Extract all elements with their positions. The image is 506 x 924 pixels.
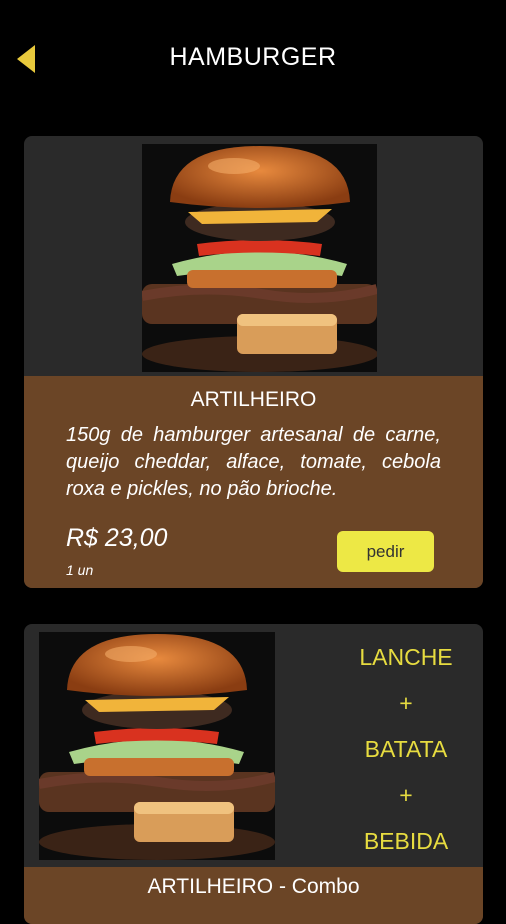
combo-description: LANCHE + BATATA + BEBIDA	[349, 634, 463, 864]
burger-image	[141, 144, 379, 372]
combo-line: BEBIDA	[363, 828, 449, 854]
product-name: ARTILHEIRO - Combo	[147, 875, 360, 898]
product-unit: 1 un	[66, 562, 94, 578]
product-info: ARTILHEIRO - Combo	[24, 867, 483, 924]
product-image	[141, 144, 379, 372]
combo-line: +	[399, 782, 413, 808]
product-info: ARTILHEIRO 150g de hamburger artesanal d…	[24, 376, 483, 588]
burger-image	[38, 632, 277, 860]
app-header: HAMBURGER	[0, 0, 506, 120]
product-name: ARTILHEIRO	[190, 388, 317, 411]
combo-line: BATATA	[364, 736, 448, 762]
page-title: HAMBURGER	[169, 43, 337, 71]
order-button[interactable]: pedir	[337, 531, 434, 572]
combo-line: +	[399, 690, 413, 716]
product-card[interactable]: LANCHE + BATATA + BEBIDA ARTILHEIRO - Co…	[24, 624, 483, 924]
combo-line: LANCHE	[359, 644, 453, 670]
product-image	[38, 632, 277, 860]
product-description: 150g de hamburger artesanal de carne, qu…	[66, 424, 441, 500]
product-price: R$ 23,00	[66, 524, 168, 552]
product-card[interactable]: ARTILHEIRO 150g de hamburger artesanal d…	[24, 136, 483, 588]
